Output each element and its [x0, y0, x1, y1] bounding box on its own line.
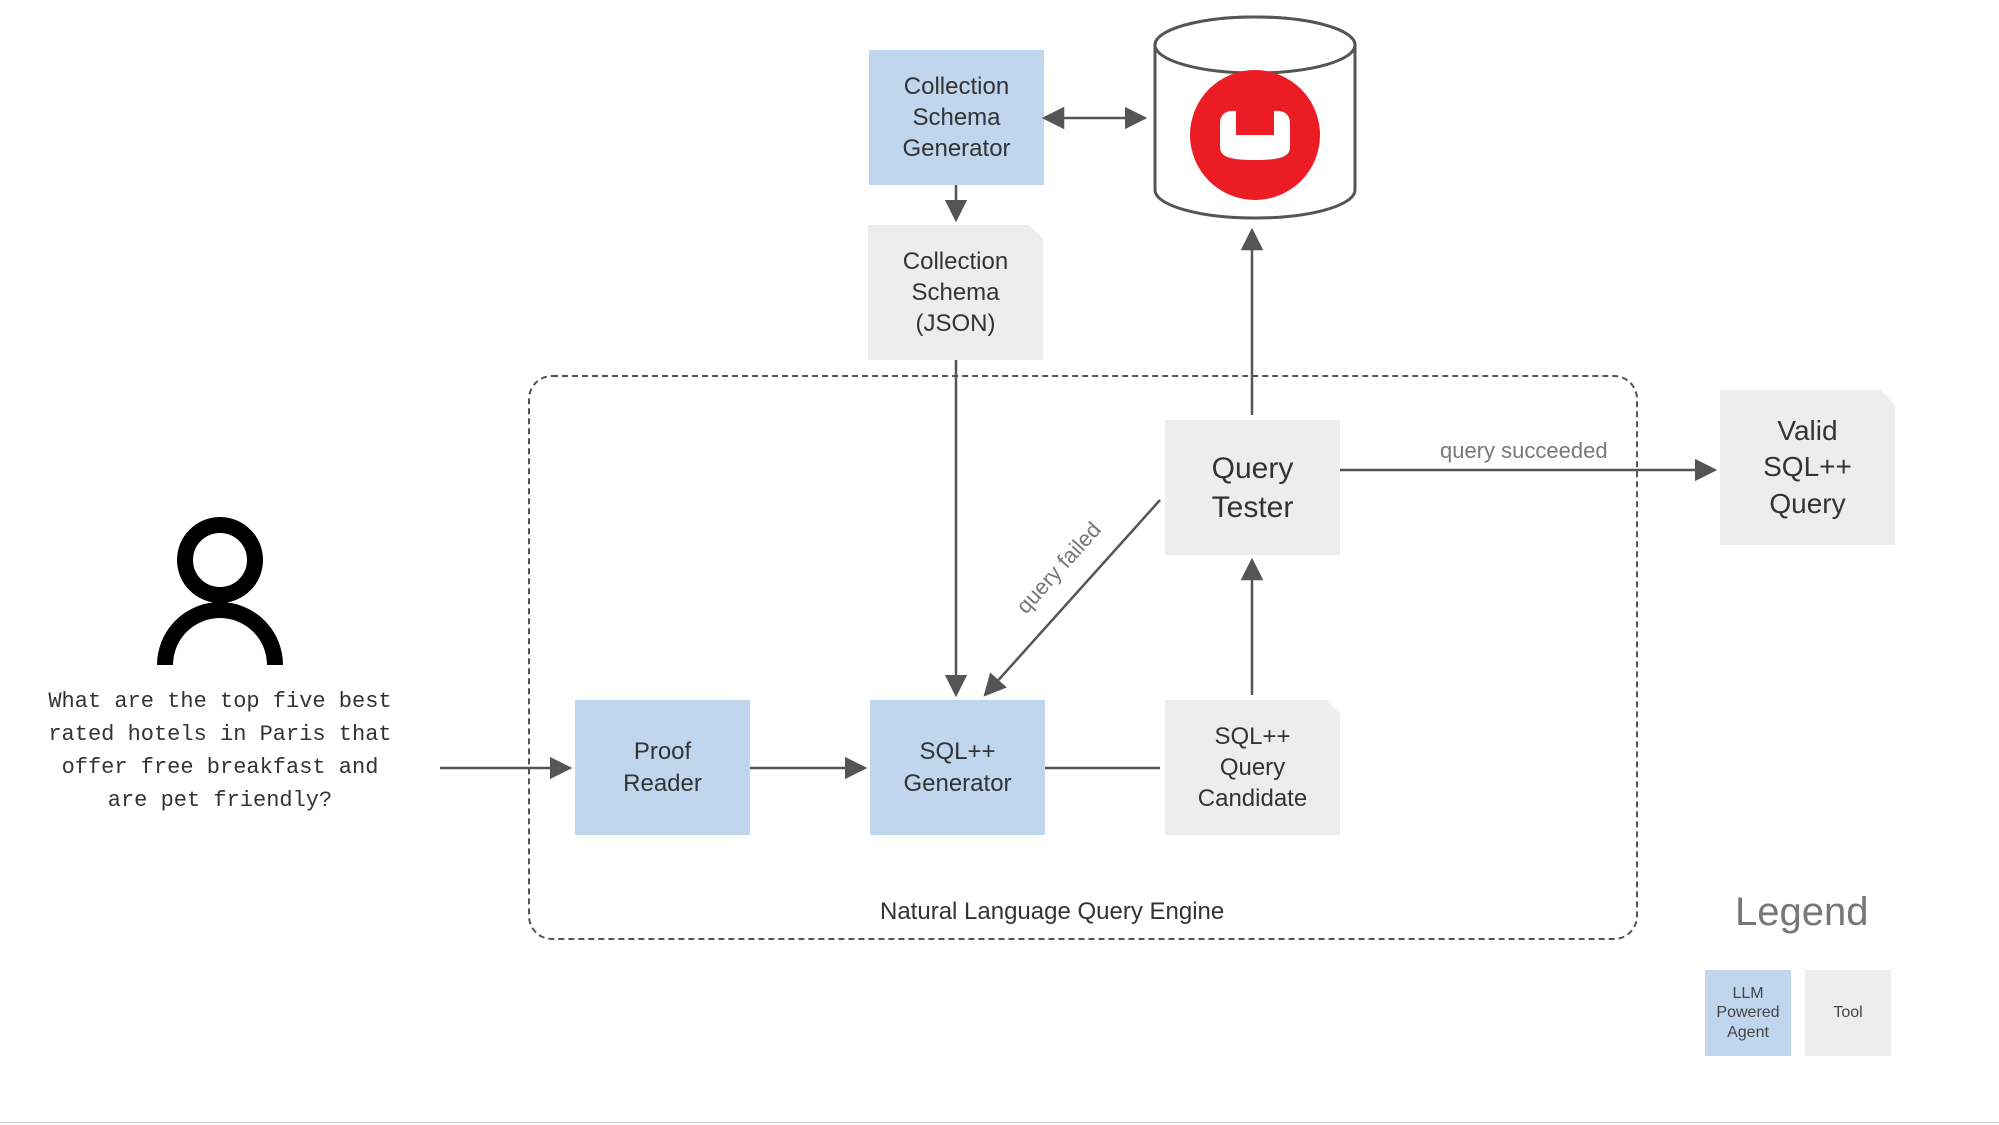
query-succeeded-label: query succeeded [1440, 438, 1608, 464]
legend-title: Legend [1735, 890, 1868, 935]
legend-llm-agent: LLM Powered Agent [1705, 970, 1791, 1056]
footer-divider [0, 1122, 1999, 1123]
architecture-diagram: What are the top five best rated hotels … [0, 0, 1999, 1125]
arrows-layer [0, 0, 1999, 1125]
legend-tool: Tool [1805, 970, 1891, 1056]
